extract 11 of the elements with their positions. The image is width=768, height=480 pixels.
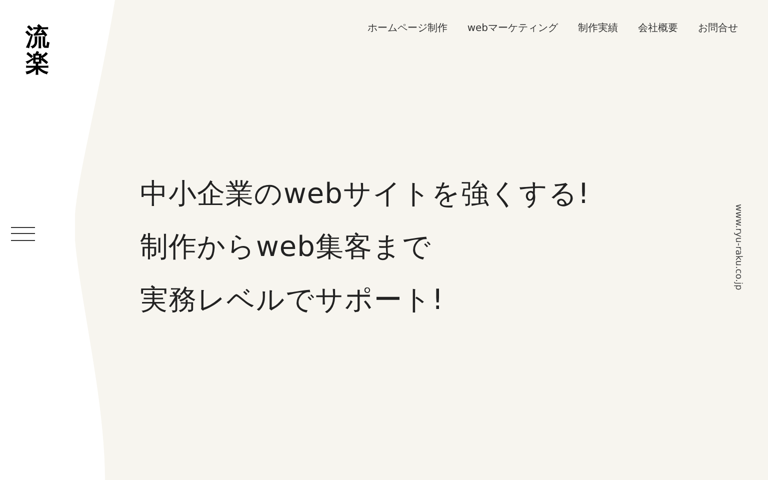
hero-heading-line: 中小企業のwebサイトを強くする! (140, 176, 590, 212)
menu-button[interactable] (10, 226, 34, 241)
nav-link[interactable]: お問合せ (698, 21, 738, 36)
hero-heading-line: 実務レベルでサポート! (140, 282, 445, 318)
nav-link[interactable]: 制作実績 (578, 21, 618, 36)
nav-link[interactable]: webマーケティング (467, 21, 558, 36)
website-url: www.ryu-raku.co.jp (732, 204, 744, 290)
nav-link[interactable]: 会社概要 (638, 21, 678, 36)
nav-link[interactable]: ホームページ制作 (367, 21, 448, 36)
logo[interactable]: 流楽 (26, 24, 50, 77)
hero-heading-line: 制作からweb集客まで (140, 229, 432, 265)
